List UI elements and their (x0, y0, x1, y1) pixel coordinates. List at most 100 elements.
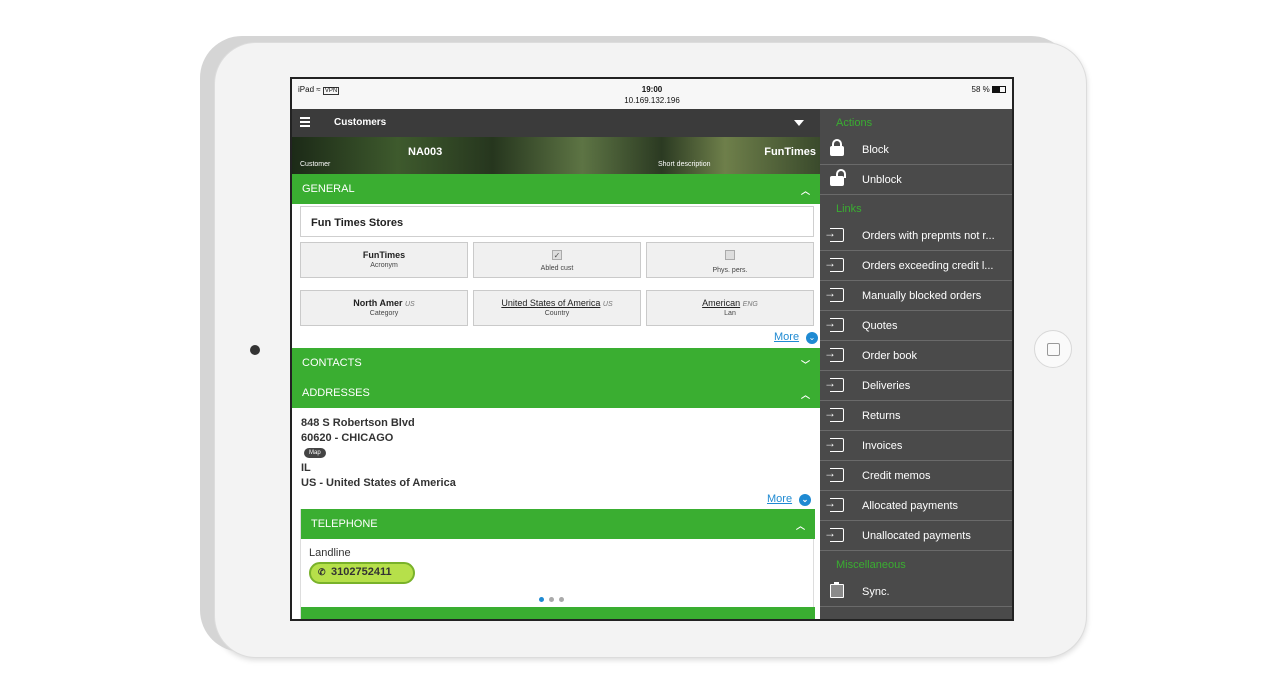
category-code: US (404, 301, 415, 308)
link-icon (824, 226, 844, 242)
sidebar-item-sync[interactable]: Sync. (820, 577, 1012, 607)
phone-icon: ✆ (318, 567, 326, 577)
link-icon (824, 436, 844, 452)
phys-pers-checkbox[interactable] (725, 250, 735, 260)
acronym-value: FunTimes (362, 250, 406, 260)
sidebar-item-deliveries[interactable]: Deliveries (820, 371, 1012, 401)
page-dot[interactable] (559, 597, 564, 602)
link-icon (824, 376, 844, 392)
sidebar-item-label: Orders with prepmts not r... (862, 230, 995, 242)
language-field[interactable]: American ENG Lan (646, 290, 814, 326)
country-field[interactable]: United States of America US Country (473, 290, 641, 326)
status-time: 19:00 (641, 85, 663, 94)
sidebar-item-label: Sync. (862, 586, 890, 598)
sidebar-item-label: Credit memos (862, 470, 931, 482)
section-contacts[interactable]: CONTACTS ﹀ (292, 348, 820, 378)
map-button[interactable]: Map (304, 448, 326, 458)
chevron-up-icon: ︿ (800, 390, 810, 400)
country-code: US (602, 301, 613, 308)
address-state: IL (301, 462, 311, 474)
acronym-field[interactable]: FunTimes Acronym (300, 242, 468, 278)
country-value[interactable]: United States of America (501, 298, 600, 308)
page-indicator[interactable] (539, 589, 569, 607)
main-panel: Customers NA003 Customer FunTimes Short … (292, 109, 820, 619)
hamburger-menu-icon[interactable] (300, 117, 310, 127)
sidebar-item-quotes[interactable]: Quotes (820, 311, 1012, 341)
short-description-label: Short description (658, 161, 711, 168)
sidebar-item-unblock[interactable]: Unblock (820, 165, 1012, 195)
sidebar-item-credit-memos[interactable]: Credit memos (820, 461, 1012, 491)
sidebar-item-order-book[interactable]: Order book (820, 341, 1012, 371)
sidebar-item-label: Block (862, 144, 889, 156)
battery-percent: 58 % (971, 85, 990, 94)
section-general[interactable]: GENERAL ︿ (292, 174, 820, 204)
abled-cust-label: Abled cust (540, 265, 574, 272)
chevron-up-icon: ︿ (800, 186, 810, 196)
link-icon (824, 406, 844, 422)
sidebar-item-manually-blocked-orders[interactable]: Manually blocked orders (820, 281, 1012, 311)
sidebar-item-label: Unblock (862, 174, 902, 186)
link-icon (824, 526, 844, 542)
call-button[interactable]: ✆ 3102752411 (309, 562, 415, 584)
section-addresses[interactable]: ADDRESSES ︿ (292, 378, 820, 408)
page-dot[interactable] (539, 597, 544, 602)
sidebar-item-label: Unallocated payments (862, 530, 971, 542)
chevron-down-icon[interactable]: ⌄ (799, 494, 811, 506)
sidebar-item-label: Orders exceeding credit l... (862, 260, 994, 272)
section-telephone-label: TELEPHONE (311, 518, 378, 530)
battery-icon (992, 86, 1006, 94)
actions-sidebar: Actions Block Unblock Links Orders with p… (820, 109, 1012, 619)
general-more-link[interactable]: More (774, 331, 799, 343)
page-dot[interactable] (549, 597, 554, 602)
phone-number: 3102752411 (331, 566, 392, 578)
abled-cust-checkbox[interactable]: ✓ (552, 250, 562, 260)
status-address: 10.169.132.196 (624, 96, 680, 105)
camera-icon (250, 345, 260, 355)
country-label: Country (544, 310, 570, 317)
language-value[interactable]: American (702, 298, 740, 308)
sidebar-item-block[interactable]: Block (820, 135, 1012, 165)
category-value: North Amer (353, 298, 403, 308)
group-misc-label: Miscellaneous (836, 559, 906, 571)
sidebar-item-orders-exceeding-credit-l[interactable]: Orders exceeding credit l... (820, 251, 1012, 281)
home-button[interactable] (1034, 330, 1072, 368)
acronym-label: Acronym (370, 262, 398, 269)
next-section-header[interactable] (301, 607, 815, 619)
sidebar-item-orders-with-prepmts-not-r[interactable]: Orders with prepmts not r... (820, 221, 1012, 251)
sidebar-item-label: Allocated payments (862, 500, 958, 512)
sidebar-item-allocated-payments[interactable]: Allocated payments (820, 491, 1012, 521)
category-label: Category (369, 310, 399, 317)
section-addresses-label: ADDRESSES (302, 387, 370, 399)
link-icon (824, 316, 844, 332)
link-icon (824, 346, 844, 362)
sidebar-item-unallocated-payments[interactable]: Unallocated payments (820, 521, 1012, 551)
sidebar-item-label: Manually blocked orders (862, 290, 982, 302)
language-code: ENG (742, 301, 758, 308)
home-square-icon (1047, 343, 1060, 356)
dropdown-caret-icon[interactable] (794, 120, 804, 126)
address-more-link[interactable]: More (767, 493, 792, 505)
customer-code: NA003 (408, 146, 443, 158)
sidebar-item-label: Deliveries (862, 380, 911, 392)
address-city: 60620 - CHICAGO (301, 432, 394, 444)
section-contacts-label: CONTACTS (302, 357, 362, 369)
category-field[interactable]: North Amer US Category (300, 290, 468, 326)
lock-icon (830, 139, 844, 156)
screen: iPad ≈ VPN 19:00 10.169.132.196 58 % Cus… (290, 77, 1014, 621)
sidebar-item-invoices[interactable]: Invoices (820, 431, 1012, 461)
group-actions-label: Actions (836, 117, 873, 129)
chevron-down-icon[interactable]: ⌄ (806, 332, 818, 344)
sidebar-item-label: Quotes (862, 320, 898, 332)
sidebar-item-label: Returns (862, 410, 901, 422)
section-telephone[interactable]: TELEPHONE ︿ (301, 509, 815, 539)
sidebar-item-label: Invoices (862, 440, 903, 452)
customer-code-label: Customer (300, 161, 331, 168)
phys-pers-field[interactable]: Phys. pers. (646, 242, 814, 278)
group-links-label: Links (836, 203, 862, 215)
language-label: Lan (724, 310, 736, 317)
link-icon (824, 256, 844, 272)
status-center: 19:00 10.169.132.196 (292, 84, 1012, 106)
sidebar-item-returns[interactable]: Returns (820, 401, 1012, 431)
abled-cust-field[interactable]: ✓ Abled cust (473, 242, 641, 278)
telephone-card: TELEPHONE ︿ Landline ✆ 3102752411 (300, 509, 815, 619)
